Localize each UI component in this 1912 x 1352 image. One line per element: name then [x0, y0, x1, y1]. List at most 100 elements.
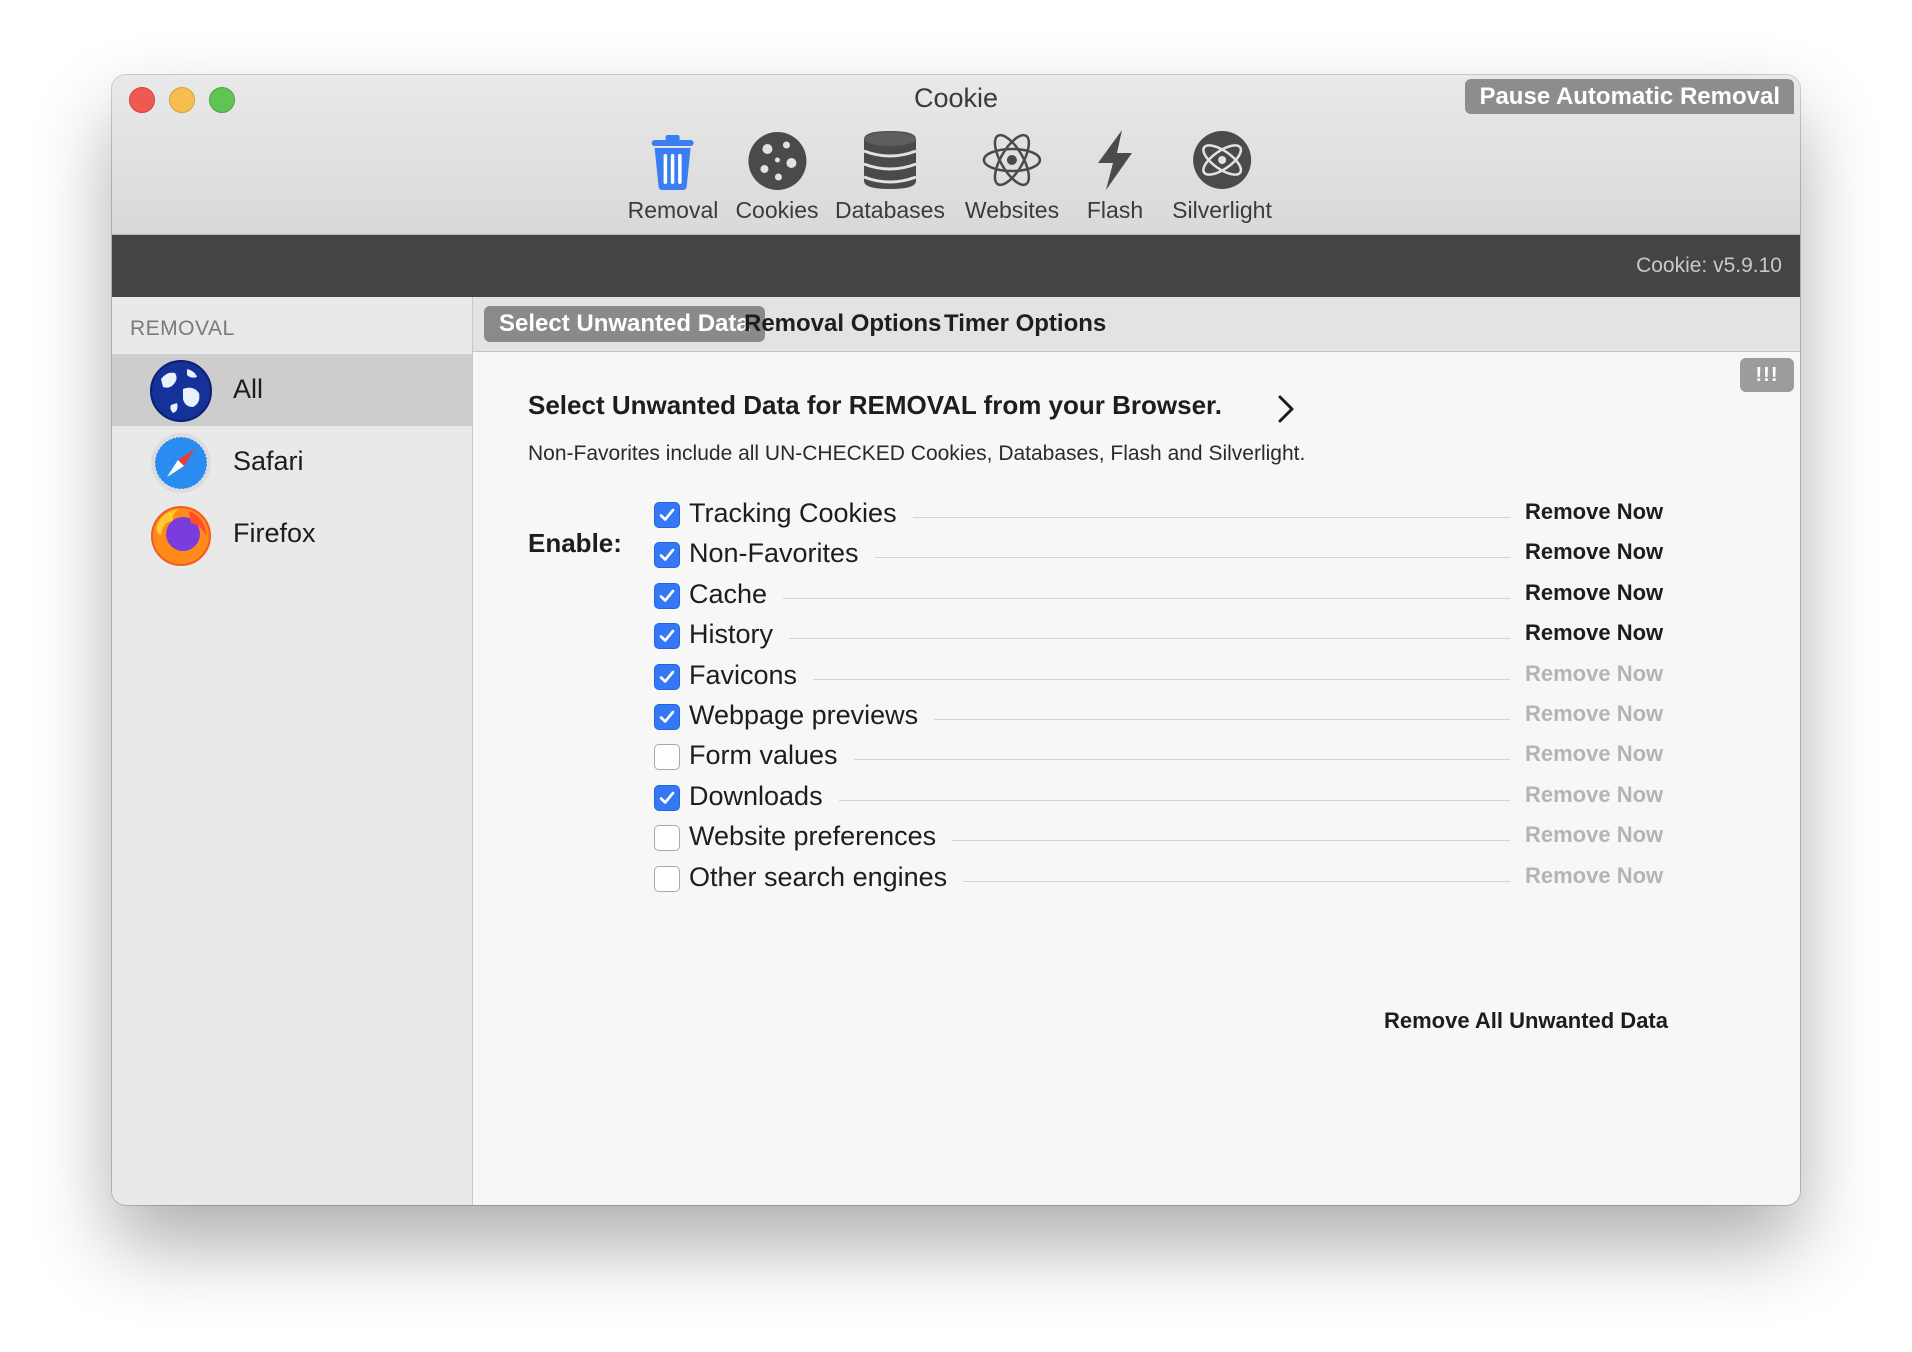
remove-now-button-favicons[interactable]: Remove Now: [1525, 661, 1663, 687]
remove-now-button-form-values[interactable]: Remove Now: [1525, 741, 1663, 767]
leader-line: [934, 719, 1510, 720]
silverlight-icon: [1193, 131, 1251, 189]
toolbar-label-websites: Websites: [964, 197, 1060, 223]
checkbox-downloads[interactable]: [654, 784, 680, 811]
toolbar-item-silverlight[interactable]: Silverlight: [1172, 127, 1272, 224]
checkbox-form-values[interactable]: [654, 744, 680, 771]
chevron-right-icon[interactable]: [1275, 394, 1297, 424]
sidebar: REMOVAL All Safari Firefox: [112, 297, 473, 1205]
checkbox-other-search-engines[interactable]: [654, 865, 680, 892]
sidebar-item-safari[interactable]: Safari: [112, 426, 472, 498]
leader-line: [839, 799, 1510, 801]
checkbox-tracking-cookies[interactable]: [654, 502, 680, 528]
option-row-webpage-previews: Webpage previews Remove Now: [473, 700, 1673, 740]
remove-now-button-website-preferences[interactable]: Remove Now: [1525, 822, 1663, 848]
option-row-non-favorites: Non-Favorites Remove Now: [473, 538, 1673, 578]
safari-icon: [151, 433, 211, 493]
option-row-cache: Cache Remove Now: [473, 579, 1673, 619]
tab-bar: Select Unwanted Data Removal Options Tim…: [473, 297, 1800, 352]
toolbar-label-silverlight: Silverlight: [1172, 197, 1272, 223]
checkbox-cache[interactable]: [654, 582, 680, 609]
globe-icon: [150, 360, 212, 422]
option-row-other-search-engines: Other search engines Remove Now: [473, 862, 1673, 902]
option-label[interactable]: History: [689, 619, 773, 650]
remove-now-button-webpage-previews[interactable]: Remove Now: [1525, 701, 1663, 727]
checkbox-webpage-previews[interactable]: [654, 704, 680, 730]
leader-line: [875, 557, 1510, 559]
firefox-icon: [151, 506, 211, 566]
checkbox-website-preferences[interactable]: [654, 825, 680, 852]
subtext: Non-Favorites include all UN-CHECKED Coo…: [528, 442, 1306, 465]
option-label[interactable]: Downloads: [689, 781, 823, 812]
checkbox-favicons[interactable]: [654, 663, 680, 690]
remove-now-button-cache[interactable]: Remove Now: [1525, 580, 1663, 606]
toolbar-label-databases: Databases: [835, 197, 945, 223]
toolbar-item-flash[interactable]: Flash: [1082, 127, 1148, 224]
option-row-form-values: Form values Remove Now: [473, 740, 1673, 780]
checkmark-icon: [659, 710, 675, 723]
main-panel: !!! Select Unwanted Data for REMOVAL fro…: [473, 352, 1800, 1205]
option-label[interactable]: Non-Favorites: [689, 538, 859, 569]
option-label[interactable]: Website preferences: [689, 821, 936, 852]
checkmark-icon: [659, 629, 675, 642]
option-label[interactable]: Form values: [689, 740, 838, 771]
cookie-icon: [747, 132, 806, 190]
tab-removal-options[interactable]: Removal Options: [729, 306, 956, 342]
leader-line: [783, 597, 1510, 599]
titlebar: Cookie Pause Automatic Removal Removal C…: [112, 75, 1800, 235]
toolbar-label-cookies: Cookies: [735, 197, 819, 223]
option-label[interactable]: Cache: [689, 579, 767, 610]
alert-button[interactable]: !!!: [1740, 358, 1794, 392]
sidebar-heading: REMOVAL: [130, 317, 235, 340]
sidebar-item-label: Safari: [233, 446, 304, 476]
tab-timer-options[interactable]: Timer Options: [929, 306, 1121, 342]
toolbar-item-websites[interactable]: Websites: [965, 127, 1059, 224]
toolbar-item-databases[interactable]: Databases: [835, 127, 945, 224]
database-icon: [863, 131, 917, 189]
sidebar-item-all[interactable]: All: [112, 354, 472, 426]
version-bar: Cookie: v5.9.10: [112, 235, 1800, 297]
checkmark-icon: [659, 670, 675, 683]
option-label[interactable]: Tracking Cookies: [689, 498, 897, 529]
option-label[interactable]: Favicons: [689, 660, 797, 691]
leader-line: [963, 880, 1510, 882]
trash-icon: [651, 135, 694, 190]
toolbar-label-removal: Removal: [627, 197, 719, 223]
remove-now-button-tracking-cookies[interactable]: Remove Now: [1525, 499, 1663, 525]
option-label[interactable]: Other search engines: [689, 862, 947, 893]
leader-line: [813, 678, 1510, 680]
checkbox-non-favorites[interactable]: [654, 542, 680, 569]
checkmark-icon: [659, 791, 675, 804]
leader-line: [789, 638, 1510, 640]
option-row-tracking-cookies: Tracking Cookies Remove Now: [473, 498, 1673, 538]
checkmark-icon: [659, 508, 675, 521]
remove-now-button-downloads[interactable]: Remove Now: [1525, 782, 1663, 808]
option-row-history: History Remove Now: [473, 619, 1673, 659]
toolbar-item-cookies[interactable]: Cookies: [735, 127, 819, 224]
toolbar: Removal Cookies Databases Websites Flash…: [112, 127, 1800, 227]
sidebar-item-firefox[interactable]: Firefox: [112, 498, 472, 570]
sidebar-item-label: Firefox: [233, 518, 316, 548]
leader-line: [854, 759, 1510, 761]
toolbar-item-removal[interactable]: Removal: [627, 127, 719, 224]
version-label: Cookie: v5.9.10: [1636, 254, 1782, 277]
leader-line: [913, 517, 1510, 518]
toolbar-label-flash: Flash: [1086, 197, 1144, 223]
option-row-website-preferences: Website preferences Remove Now: [473, 821, 1673, 861]
remove-now-button-other-search-engines[interactable]: Remove Now: [1525, 863, 1663, 889]
remove-now-button-non-favorites[interactable]: Remove Now: [1525, 539, 1663, 565]
checkmark-icon: [659, 589, 675, 602]
checkbox-history[interactable]: [654, 623, 680, 650]
remove-now-button-history[interactable]: Remove Now: [1525, 620, 1663, 646]
remove-all-unwanted-data-button[interactable]: Remove All Unwanted Data: [1384, 1008, 1668, 1034]
flash-icon: [1098, 130, 1132, 190]
tab-select-unwanted-data[interactable]: Select Unwanted Data: [484, 306, 765, 342]
app-window: Cookie Pause Automatic Removal Removal C…: [112, 75, 1800, 1205]
option-row-downloads: Downloads Remove Now: [473, 781, 1673, 821]
checkmark-icon: [659, 549, 675, 562]
sidebar-item-label: All: [233, 374, 264, 404]
option-row-favicons: Favicons Remove Now: [473, 660, 1673, 700]
option-label[interactable]: Webpage previews: [689, 700, 918, 731]
page-heading: Select Unwanted Data for REMOVAL from yo…: [528, 390, 1222, 420]
pause-automatic-removal-button[interactable]: Pause Automatic Removal: [1465, 79, 1794, 114]
